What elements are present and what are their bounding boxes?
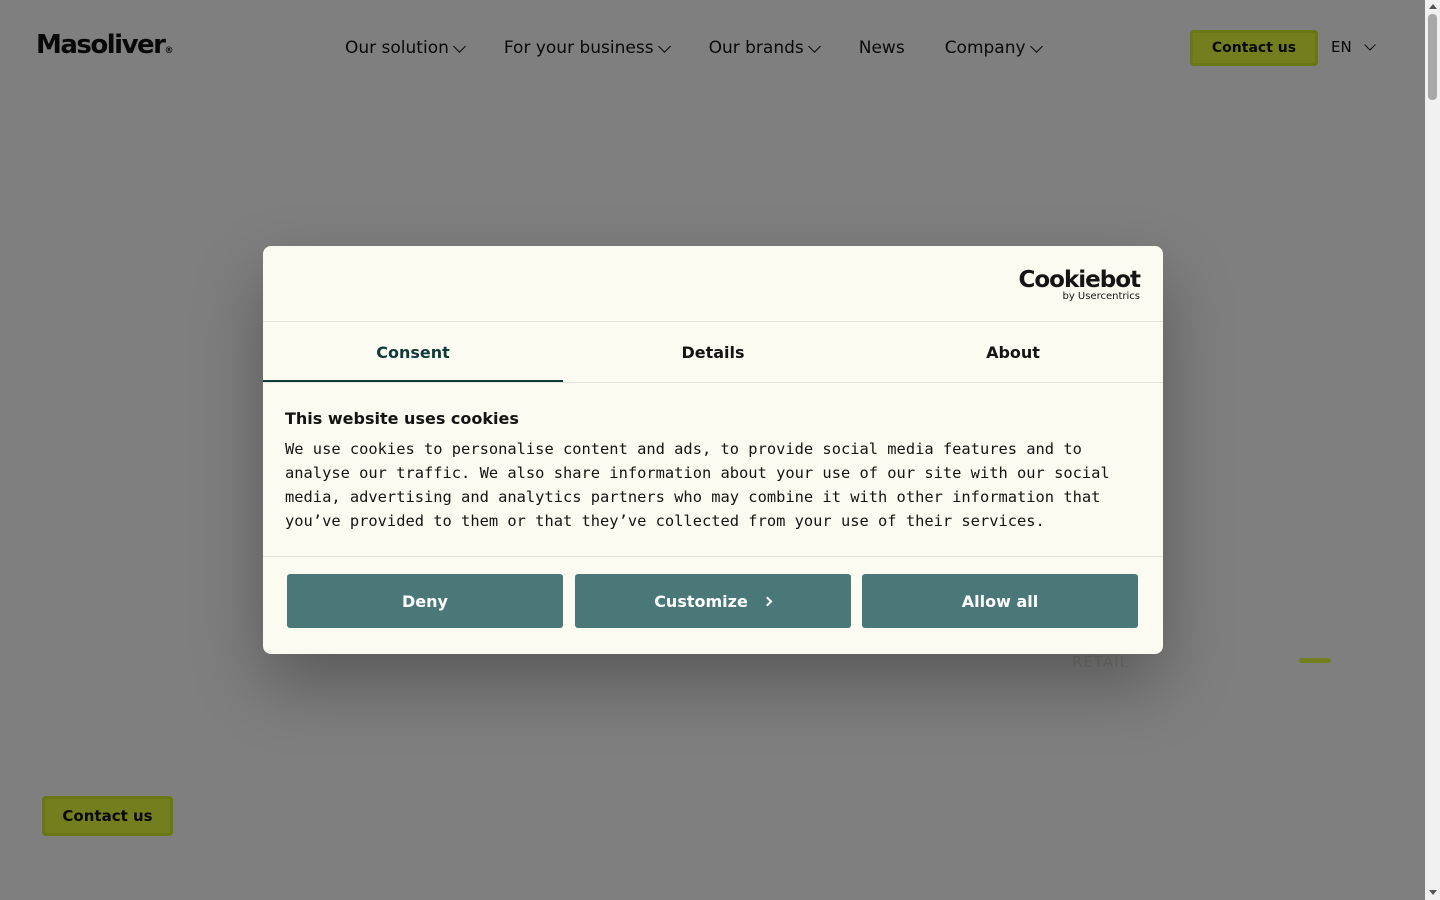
chevron-right-icon [762,596,773,606]
customize-button-label: Customize [654,591,748,611]
scroll-down-arrow-icon[interactable] [1429,890,1437,895]
scroll-up-arrow-icon[interactable] [1429,4,1437,9]
cookiebot-logo: Cookiebot by Usercentrics [1018,267,1141,302]
customize-button[interactable]: Customize [574,574,851,628]
divider [263,556,1163,557]
tab-about[interactable]: About [863,322,1163,383]
cookie-description: We use cookies to personalise content an… [285,440,1110,530]
tab-details[interactable]: Details [563,322,863,383]
cookie-tabs: Consent Details About [263,322,1163,383]
allow-all-button[interactable]: Allow all [862,574,1138,628]
page-scrollbar[interactable] [1425,0,1440,900]
cookie-button-row: Deny Customize Allow all [287,574,1138,628]
deny-button-label: Deny [402,591,448,611]
tab-consent[interactable]: Consent [263,322,563,383]
cookiebot-brand: Cookiebot [1018,267,1141,293]
deny-button[interactable]: Deny [287,574,563,628]
cookie-consent-dialog: Cookiebot by Usercentrics Consent Detail… [263,246,1163,654]
cookie-heading: This website uses cookies [285,409,519,428]
divider [263,382,1163,383]
allow-all-button-label: Allow all [961,591,1039,611]
scrollbar-thumb[interactable] [1428,14,1437,100]
